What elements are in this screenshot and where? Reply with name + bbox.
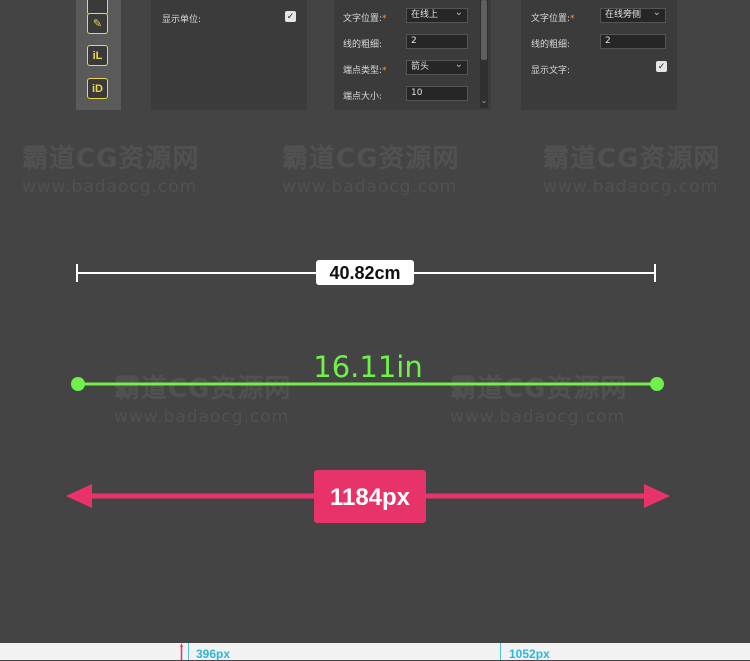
cm-measure-line[interactable]: 40.82cm <box>76 260 656 285</box>
in-right-dot[interactable] <box>650 377 664 391</box>
measurement-canvas: 40.82cm 16.11in 1184px <box>66 260 670 523</box>
left-measure-value: 396px <box>196 647 231 661</box>
px-measure-line[interactable]: 1184px <box>66 470 670 523</box>
ruler-divider <box>500 643 501 660</box>
right-measure-value: 1052px <box>509 647 550 661</box>
in-label: 16.11in <box>313 350 422 384</box>
bottom-ruler-strip: 396px 1052px <box>0 643 750 661</box>
px-right-arrow-icon[interactable] <box>644 484 670 508</box>
in-measure-line[interactable]: 16.11in <box>71 350 664 391</box>
px-left-arrow-icon[interactable] <box>66 484 92 508</box>
red-arrow-icon <box>180 643 183 660</box>
ruler-divider <box>188 643 189 660</box>
px-label: 1184px <box>330 484 411 511</box>
in-left-dot[interactable] <box>71 377 85 391</box>
cm-label: 40.82cm <box>329 263 400 283</box>
